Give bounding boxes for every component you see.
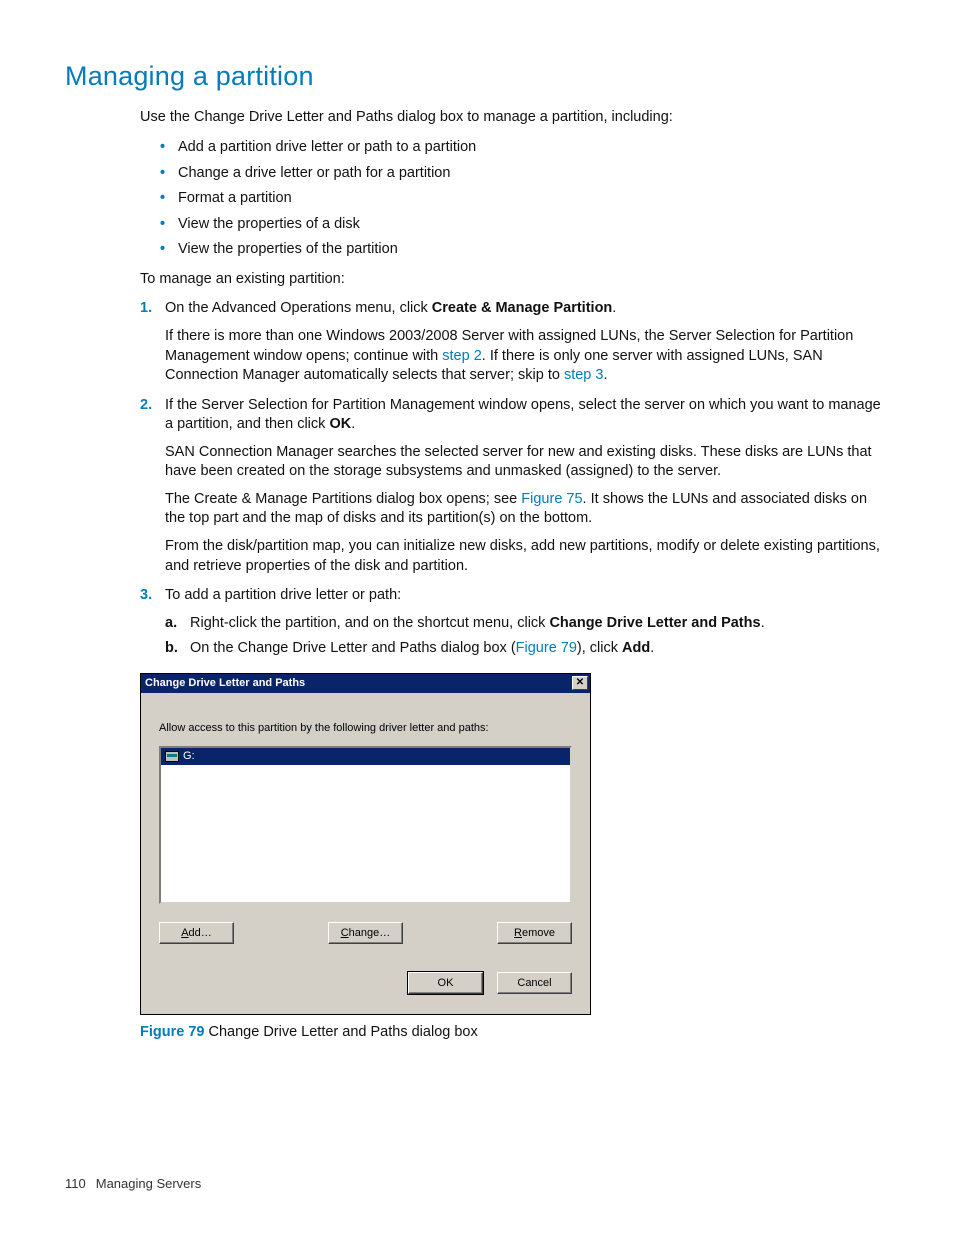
dialog-button-row-mid: Add… Change… Remove — [159, 922, 572, 944]
step-note: If there is more than one Windows 2003/2… — [165, 327, 889, 386]
page-number: 110 — [65, 1176, 86, 1191]
dialog-button-row-bottom: OK Cancel — [159, 972, 572, 994]
step-text: If the Server Selection for Partition Ma… — [165, 397, 881, 433]
drive-letter-label: G: — [183, 749, 195, 764]
feature-list: Add a partition drive letter or path to … — [160, 138, 889, 260]
lead-paragraph: Use the Change Drive Letter and Paths di… — [140, 108, 889, 128]
link-figure-79[interactable]: Figure 79 — [516, 640, 577, 656]
mnemonic: R — [514, 927, 522, 939]
dialog-title: Change Drive Letter and Paths — [145, 676, 572, 691]
cancel-button[interactable]: Cancel — [497, 972, 572, 994]
remove-button[interactable]: Remove — [497, 922, 572, 944]
link-step-3[interactable]: step 3 — [564, 367, 604, 383]
bold: Change Drive Letter and Paths — [549, 615, 760, 631]
step-text: . — [612, 300, 616, 316]
dialog-screenshot: Change Drive Letter and Paths ✕ Allow ac… — [140, 673, 889, 1015]
step-bold: OK — [329, 416, 351, 432]
step-note: SAN Connection Manager searches the sele… — [165, 443, 889, 482]
step-text: To add a partition drive letter or path: — [165, 587, 401, 603]
list-item: Change a drive letter or path for a part… — [160, 164, 889, 184]
text: . — [603, 367, 607, 383]
list-item: View the properties of a disk — [160, 215, 889, 235]
drive-icon — [165, 751, 179, 762]
step-bold: Create & Manage Partition — [432, 300, 613, 316]
text: The Create & Manage Partitions dialog bo… — [165, 491, 521, 507]
step-1: On the Advanced Operations menu, click C… — [140, 299, 889, 385]
btn-text: dd… — [189, 927, 212, 939]
drive-list-item[interactable]: G: — [161, 748, 570, 765]
step-note: From the disk/partition map, you can ini… — [165, 537, 889, 576]
text: . — [650, 640, 654, 656]
change-button[interactable]: Change… — [328, 922, 403, 944]
figure-caption: Figure 79 Change Drive Letter and Paths … — [140, 1023, 889, 1043]
close-icon[interactable]: ✕ — [572, 676, 588, 690]
substep-a: Right-click the partition, and on the sh… — [165, 614, 889, 634]
ok-button[interactable]: OK — [408, 972, 483, 994]
substep-b: On the Change Drive Letter and Paths dia… — [165, 639, 889, 659]
text: . — [761, 615, 765, 631]
list-item: Format a partition — [160, 189, 889, 209]
mnemonic: C — [341, 927, 349, 939]
step-text: . — [351, 416, 355, 432]
list-item: View the properties of the partition — [160, 240, 889, 260]
bold: Add — [622, 640, 650, 656]
section-name: Managing Servers — [96, 1176, 202, 1191]
step-text: On the Advanced Operations menu, click — [165, 300, 432, 316]
figure-text: Change Drive Letter and Paths dialog box — [204, 1024, 477, 1040]
mnemonic: A — [181, 927, 188, 939]
change-drive-letter-dialog: Change Drive Letter and Paths ✕ Allow ac… — [140, 673, 591, 1015]
btn-text: emove — [522, 927, 555, 939]
list-item: Add a partition drive letter or path to … — [160, 138, 889, 158]
procedure-steps: On the Advanced Operations menu, click C… — [140, 299, 889, 658]
link-step-2[interactable]: step 2 — [442, 348, 482, 364]
text: ), click — [577, 640, 622, 656]
text: Right-click the partition, and on the sh… — [190, 615, 549, 631]
step-3: To add a partition drive letter or path:… — [140, 586, 889, 659]
btn-text: hange… — [349, 927, 391, 939]
page-footer: 110 Managing Servers — [65, 1175, 201, 1193]
dialog-titlebar: Change Drive Letter and Paths ✕ — [141, 674, 590, 693]
text: On the Change Drive Letter and Paths dia… — [190, 640, 516, 656]
step-2: If the Server Selection for Partition Ma… — [140, 396, 889, 577]
page-title: Managing a partition — [65, 58, 889, 94]
step-note: The Create & Manage Partitions dialog bo… — [165, 490, 889, 529]
drive-listbox[interactable]: G: — [159, 746, 572, 904]
add-button[interactable]: Add… — [159, 922, 234, 944]
dialog-hint: Allow access to this partition by the fo… — [159, 721, 572, 736]
link-figure-75[interactable]: Figure 75 — [521, 491, 582, 507]
substeps: Right-click the partition, and on the sh… — [165, 614, 889, 659]
figure-number: Figure 79 — [140, 1024, 204, 1040]
procedure-intro: To manage an existing partition: — [140, 270, 889, 290]
dialog-body: Allow access to this partition by the fo… — [141, 693, 590, 1014]
